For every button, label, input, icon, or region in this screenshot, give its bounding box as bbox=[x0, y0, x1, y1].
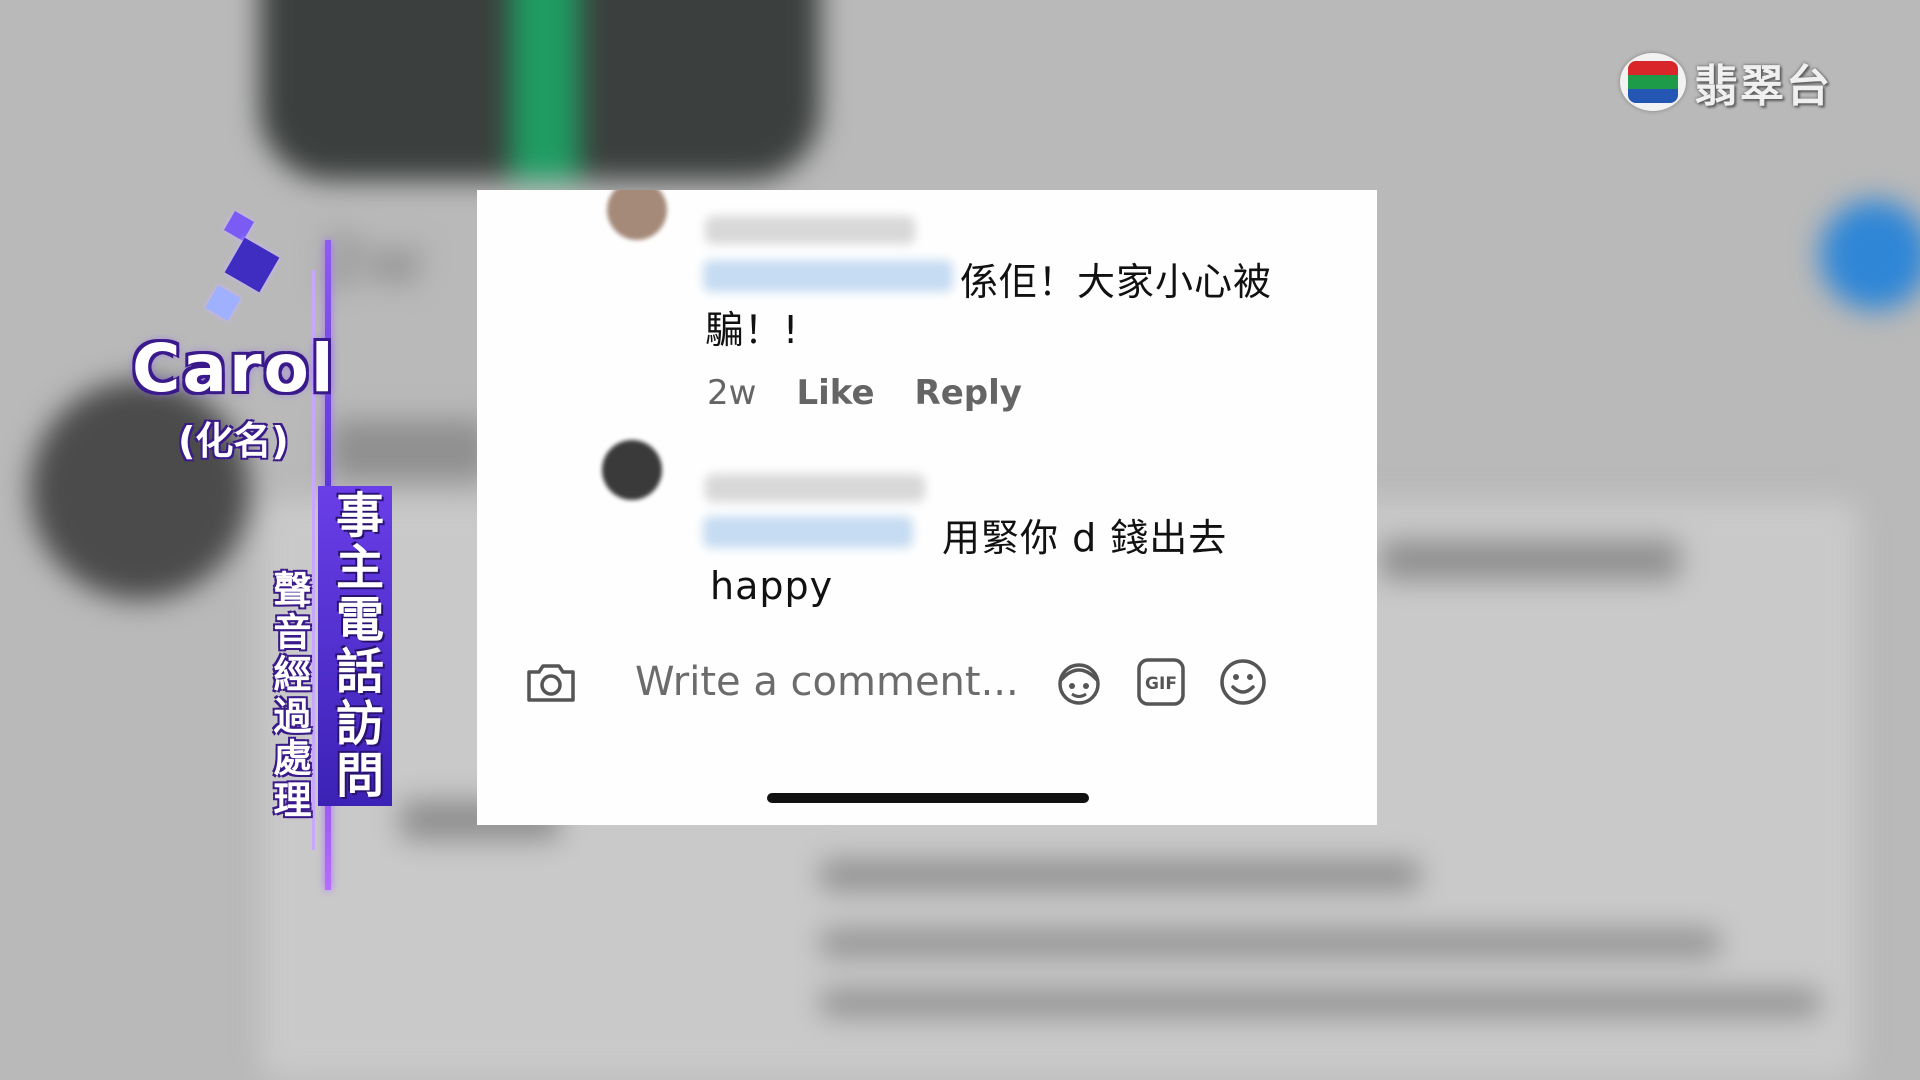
background-bar bbox=[820, 860, 1420, 890]
interviewee-alias: (化名) bbox=[178, 419, 289, 463]
interviewee-name: Carol bbox=[132, 330, 336, 407]
comment-text: 用緊你 d 錢出去 bbox=[942, 516, 1228, 560]
broadcaster-name: 翡翠台 bbox=[1694, 61, 1832, 112]
comment-text: 係佢！大家小心被 bbox=[960, 260, 1273, 304]
background-bar bbox=[820, 930, 1720, 956]
tvb-emblem-icon bbox=[1620, 53, 1686, 111]
svg-text:GIF: GIF bbox=[1145, 674, 1177, 694]
interviewee-caption: Carol (化名) 事主電話訪問 聲音經過處理 bbox=[120, 210, 392, 890]
blurred-mention-link[interactable] bbox=[703, 260, 953, 292]
caption-deco-cube-icon bbox=[205, 285, 241, 321]
background-blue-button bbox=[1820, 200, 1920, 310]
comment-screenshot: 係佢！大家小心被 騙！! 2w Like Reply 用緊你 d 錢出去 hap… bbox=[477, 190, 1377, 825]
comment-composer: Write a comment... GIF bbox=[525, 652, 1345, 712]
background-bar bbox=[1380, 540, 1680, 580]
reply-button[interactable]: Reply bbox=[915, 373, 1022, 413]
avatar-sticker-icon[interactable] bbox=[1053, 656, 1105, 708]
caption-deco-cube-icon bbox=[224, 237, 280, 293]
comment-text: 騙！! bbox=[705, 308, 800, 352]
home-indicator[interactable] bbox=[767, 793, 1089, 803]
comment-avatar[interactable] bbox=[602, 440, 662, 500]
comment-text: happy bbox=[710, 564, 834, 608]
emoji-icon[interactable] bbox=[1217, 656, 1269, 708]
blurred-mention-link[interactable] bbox=[703, 516, 913, 548]
like-button[interactable]: Like bbox=[796, 373, 874, 413]
gif-icon[interactable]: GIF bbox=[1135, 656, 1187, 708]
background-bar bbox=[820, 990, 1820, 1016]
interviewee-role: 事主電話訪問 bbox=[318, 486, 392, 806]
background-phone bbox=[260, 0, 820, 180]
blurred-commenter-name[interactable] bbox=[705, 474, 925, 502]
comment-input[interactable]: Write a comment... bbox=[635, 652, 1019, 712]
comment-meta: 2w Like Reply bbox=[707, 373, 1022, 413]
blurred-commenter-name[interactable] bbox=[705, 216, 915, 244]
broadcaster-logo: 翡翠台 bbox=[1620, 50, 1832, 114]
comment-timestamp: 2w bbox=[707, 373, 757, 413]
background-name-bar bbox=[330, 420, 490, 480]
caption-deco-cube-icon bbox=[223, 210, 255, 242]
comment-avatar[interactable] bbox=[607, 190, 667, 240]
voice-processed-note: 聲音經過處理 bbox=[267, 570, 311, 822]
camera-icon[interactable] bbox=[525, 660, 577, 704]
